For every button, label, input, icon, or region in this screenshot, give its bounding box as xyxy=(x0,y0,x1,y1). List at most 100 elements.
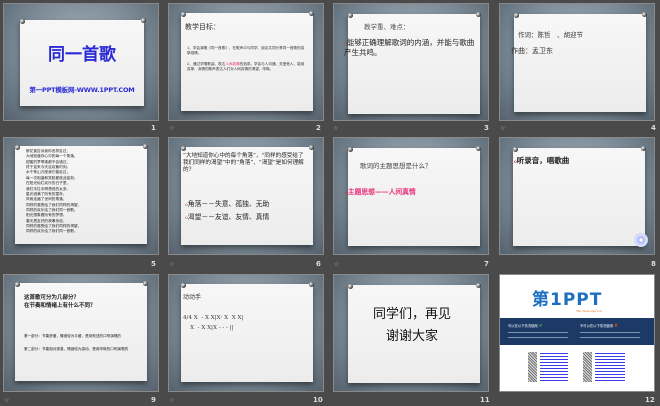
text: 能够正确理解歌词的内涵，并能与歌曲产生共鸣。 xyxy=(344,38,475,57)
pin-icon xyxy=(309,282,314,287)
slide-number: 2 xyxy=(316,124,321,132)
text: 主题思想——人间真情 xyxy=(347,188,416,196)
pin-icon xyxy=(514,13,519,18)
slide-thumbnail-3[interactable]: 教学重、难点： ℴ能够正确理解歌词的内涵，并能与歌曲产生共鸣。 xyxy=(333,3,489,121)
highlight-text: 人间真情 xyxy=(225,62,240,66)
slide-thumbnail-12[interactable]: 第1PPT http://www.1ppt.com 可以在以下情况使用 ✔ 不可… xyxy=(499,274,655,392)
slide-thumbnail-4[interactable]: 作词：陈哲 、胡迎节 作曲：孟卫东 xyxy=(499,3,655,121)
animation-star-icon[interactable]: ☆ xyxy=(4,397,9,404)
question-2: 在节奏和情绪上有什么不同？ xyxy=(24,303,96,309)
usage-banner: 可以在以下情况使用 ✔ 不可以在以下情况使用 ✘ xyxy=(500,318,654,345)
lyrics-block: 鲜花曾告诉我你怎样走过， 大地知道你心中的每一个角落， 甜蜜的梦啊谁都不会错过， 终于… xyxy=(26,149,81,235)
farewell-line-1: 同学们，再见 xyxy=(372,307,451,322)
pin-icon xyxy=(309,11,314,16)
pin-icon xyxy=(476,283,481,288)
animation-star-icon[interactable]: ☆ xyxy=(333,125,338,132)
pin-icon xyxy=(141,18,146,23)
slide-thumbnail-2[interactable]: 教学目标： 1、学会演唱《同一首歌》，在歌声中与同学、朋友共同分享同一首歌的真挚… xyxy=(168,3,324,121)
part-1: 第一部分：节奏舒缓，情绪较为平缓，是用叙述的口吻演唱的 xyxy=(24,334,122,338)
slide-thumbnail-11[interactable]: 同学们，再见 谢谢大家 xyxy=(333,274,489,392)
disallowed-usage: 不可以在以下情况使用 ✘ xyxy=(580,323,618,330)
pin-icon xyxy=(642,12,647,17)
slide-thumbnail-1[interactable]: 同一首歌 第一PPT模板网-WWW.1PPT.COM xyxy=(3,3,159,121)
allowed-usage: 可以在以下情况使用 ✔ xyxy=(508,323,543,330)
slide-thumbnail-6[interactable]: “大地知道你心中的每个角落”，“同样的感受给了我们同样的渴望”中的“角落”、“渴… xyxy=(168,137,324,255)
slide-number: 12 xyxy=(645,396,655,404)
slide-thumbnail-9[interactable]: 这首歌可分为几部分？ 在节奏和情绪上有什么不同？ 第一部分：节奏舒缓，情绪较为平… xyxy=(3,274,159,392)
logo: 第1PPT xyxy=(532,290,603,310)
pin-icon xyxy=(20,19,25,24)
slide-heading: 教学重、难点： xyxy=(364,23,410,31)
slide-number: 11 xyxy=(480,396,490,404)
pin-icon xyxy=(181,12,186,17)
slide-thumbnail-8[interactable]: ℴ听录音，唱歌曲 xyxy=(499,137,655,255)
lyricist-line: 作词：陈哲 、胡迎节 xyxy=(518,31,583,39)
slide-number: 7 xyxy=(484,260,489,268)
slide-subtitle: 第一PPT模板网-WWW.1PPT.COM xyxy=(29,86,135,94)
slide-question: “大地知道你心中的每个角落”，“同样的感受给了我们同样的渴望”中的“角落”、“渴… xyxy=(183,153,304,173)
lyric-line: 同样的欢乐给了我们同一首歌。 xyxy=(26,229,78,234)
slide-answer: ℴ主题思想——人间真情 xyxy=(345,188,416,197)
slide-thumbnail-10[interactable]: 动动手 4/4 X - X X|X· X X X| X - X X|X - - … xyxy=(168,274,324,392)
logo-url: http://www.1ppt.com xyxy=(576,310,603,313)
pin-icon xyxy=(348,13,353,18)
farewell-line-2: 谢谢大家 xyxy=(385,329,438,344)
pin-icon xyxy=(15,145,20,150)
check-icon: ✔ xyxy=(538,323,543,329)
composer-line: 作曲：孟卫东 xyxy=(511,47,553,55)
slide-number: 9 xyxy=(151,396,156,404)
slide-title: 同一首歌 xyxy=(48,45,116,65)
slide-question: 歌词的主题思想是什么？ xyxy=(360,162,432,170)
pin-icon xyxy=(641,146,646,151)
slide-number: 4 xyxy=(651,124,656,132)
slide-heading: 教学目标： xyxy=(185,23,220,31)
qr-code-icon xyxy=(528,352,537,382)
slide-thumbnail-5[interactable]: 鲜花曾告诉我你怎样走过， 大地知道你心中的每一个角落， 甜蜜的梦啊谁都不会错过， 终于… xyxy=(3,137,159,255)
slide-body: ℴ能够正确理解歌词的内涵，并能与歌曲产生共鸣。 xyxy=(344,38,480,58)
cross-icon: ✘ xyxy=(614,323,619,329)
question-1: 这首歌可分为几部分？ xyxy=(24,295,80,301)
pin-icon xyxy=(143,281,148,286)
text-lines xyxy=(508,332,568,338)
rhythm-row-1: 4/4 X - X X|X· X X X| xyxy=(183,315,244,321)
lyric-line: 大地知道你心中的每一个角落， xyxy=(26,154,78,159)
part-2: 第二部分：节奏相对紧凑，情绪较为激动，是用呼唤的口吻演唱的 xyxy=(24,347,129,351)
qr-code-icon xyxy=(583,352,592,382)
text: 可以在以下情况使用 xyxy=(508,324,538,328)
cd-audio-icon[interactable] xyxy=(634,233,648,247)
link-list xyxy=(595,353,625,381)
text-lines xyxy=(580,332,640,338)
slide-number: 10 xyxy=(313,396,323,404)
text: 2、通过学唱歌曲，表达 xyxy=(187,62,226,66)
pin-icon xyxy=(181,146,186,151)
slide-number: 6 xyxy=(316,260,321,268)
answer-2: ℴ渴望－－友谊、友情、真情 xyxy=(185,213,269,222)
animation-star-icon[interactable]: ☆ xyxy=(334,261,339,268)
animation-star-icon[interactable]: ☆ xyxy=(169,125,174,132)
text: 角落－－失意、孤独、无助 xyxy=(187,200,270,208)
slide-number: 1 xyxy=(151,124,156,132)
animation-star-icon[interactable]: ☆ xyxy=(169,397,174,404)
objective-item-2: 2、通过学唱歌曲，表达人间真情的追求。学会与人沟通、关爱他人，能用真挚、深情的歌… xyxy=(187,62,305,71)
pin-icon xyxy=(476,12,481,17)
slide-heading: 动动手 xyxy=(183,294,202,301)
pin-icon xyxy=(143,144,148,149)
answer-1: ℴ角落－－失意、孤独、无助 xyxy=(185,200,269,209)
pin-icon xyxy=(348,147,353,152)
slide-number: 8 xyxy=(651,260,656,268)
slide-thumbnail-7[interactable]: 歌词的主题思想是什么？ ℴ主题思想——人间真情 xyxy=(333,137,489,255)
animation-star-icon[interactable]: ☆ xyxy=(500,125,505,132)
pin-icon xyxy=(181,283,186,288)
slide-number: 3 xyxy=(484,124,489,132)
pin-icon xyxy=(513,147,518,152)
slide-paper xyxy=(514,14,646,112)
slide-body: ℴ听录音，唱歌曲 xyxy=(514,156,569,166)
text: 渴望－－友谊、友情、真情 xyxy=(187,213,270,221)
pin-icon xyxy=(348,284,353,289)
objective-item-1: 1、学会演唱《同一首歌》，在歌声中与同学、朋友共同分享同一首歌的真挚感情。 xyxy=(187,46,305,55)
text: 不可以在以下情况使用 xyxy=(580,324,613,328)
text: 听录音，唱歌曲 xyxy=(516,156,570,165)
pin-icon xyxy=(476,146,481,151)
link-list xyxy=(540,353,568,381)
animation-star-icon[interactable]: ☆ xyxy=(169,261,174,268)
